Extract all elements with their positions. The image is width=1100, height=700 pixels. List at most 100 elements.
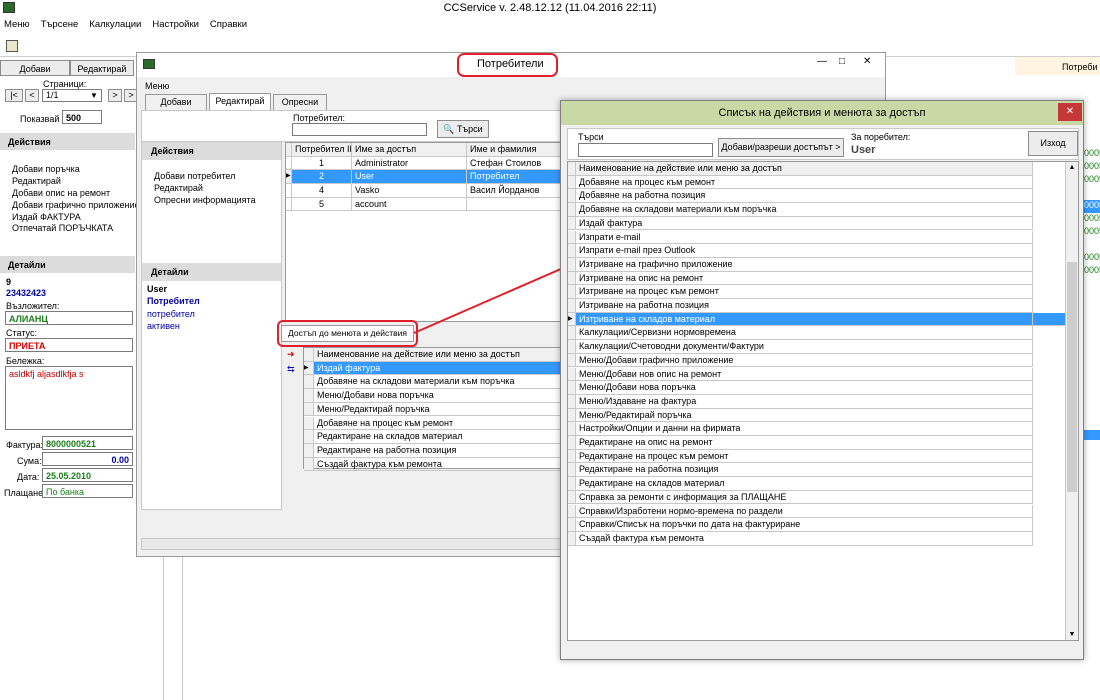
row-indicator: [568, 463, 576, 477]
list-item[interactable]: Справка за ремонти с информация за ПЛАЩА…: [568, 490, 1033, 505]
list-item[interactable]: Добавяне на процес към ремонт: [568, 175, 1033, 190]
access-dialog: Списък на действия и менюта за достъп ✕ …: [560, 100, 1084, 660]
list-item-label: Създай фактура към ремонта: [576, 531, 1033, 545]
list-item[interactable]: Калкулации/Счетоводни документи/Фактури: [568, 340, 1033, 354]
row-indicator: ▶: [568, 312, 576, 326]
list-item-label: Меню/Добави графично приложение: [576, 353, 1033, 367]
list-item[interactable]: Меню/Добави нова поръчка: [568, 381, 1033, 395]
list-item-label: Редактиране на опис на ремонт: [576, 436, 1033, 449]
row-indicator: [568, 504, 576, 518]
row-indicator: [568, 244, 576, 257]
list-item-label: Изтриване на складов материал: [576, 312, 1033, 326]
row-indicator: [568, 490, 576, 504]
row-indicator: [568, 367, 576, 381]
list-item-label: Изтриване на опис на ремонт: [576, 271, 1033, 285]
list-item[interactable]: Меню/Добави нов опис на ремонт: [568, 367, 1033, 382]
list-item[interactable]: Настройки/Опции и данни на фирмата: [568, 422, 1033, 436]
list-item-label: Справки/Изработени нормо-времена по разд…: [576, 504, 1033, 518]
dialog-list-header: Наименование на действие или меню за дос…: [568, 162, 1033, 176]
list-item-label: Изпрати e-mail: [576, 230, 1033, 244]
list-item[interactable]: Редактиране на процес към ремонт: [568, 449, 1033, 464]
list-item[interactable]: Издай фактура: [568, 216, 1033, 231]
row-indicator: [568, 230, 576, 244]
dialog-search-label: Търси: [578, 132, 604, 142]
list-item-label: Издай фактура: [576, 216, 1033, 230]
list-item-label: Добавяне на работна позиция: [576, 189, 1033, 203]
scroll-down-icon[interactable]: ▼: [1066, 631, 1078, 638]
list-item-label: Редактиране на процес към ремонт: [576, 449, 1033, 463]
row-indicator: [568, 422, 576, 435]
list-item[interactable]: Изтриване на опис на ремонт: [568, 271, 1033, 286]
list-item[interactable]: Меню/Издаване на фактура: [568, 394, 1033, 409]
dialog-header-gutter: [568, 162, 576, 175]
list-item[interactable]: Добавяне на работна позиция: [568, 189, 1033, 204]
list-item[interactable]: Изтриване на работна позиция: [568, 299, 1033, 313]
row-indicator: [568, 175, 576, 189]
allow-access-button[interactable]: Добави/разреши достъпът >: [718, 138, 844, 157]
row-indicator: [568, 353, 576, 367]
for-user-label: За поребител:: [851, 132, 911, 142]
list-item-label: Изтриване на процес към ремонт: [576, 285, 1033, 298]
list-item-label: Настройки/Опции и данни на фирмата: [576, 422, 1033, 435]
dialog-list: Наименование на действие или меню за дос…: [567, 161, 1079, 641]
row-indicator: [568, 189, 576, 203]
dialog-close-icon: ✕: [1065, 106, 1075, 117]
list-item-label: Справки/Списък на поръчки по дата на фак…: [576, 518, 1033, 531]
row-indicator: [568, 381, 576, 394]
row-indicator: [568, 436, 576, 449]
for-user-value: User: [851, 144, 876, 156]
row-indicator: [568, 285, 576, 298]
dialog-header-name[interactable]: Наименование на действие или меню за дос…: [576, 162, 1033, 175]
list-item-label: Редактиране на работна позиция: [576, 463, 1033, 477]
list-item[interactable]: Редактиране на складов материал: [568, 477, 1033, 491]
list-item-label: Калкулации/Сервизни нормовремена: [576, 326, 1033, 340]
list-item-label: Меню/Добави нов опис на ремонт: [576, 367, 1033, 381]
dialog-scrollbar[interactable]: ▲ ▼: [1065, 162, 1078, 640]
list-item[interactable]: Калкулации/Сервизни нормовремена: [568, 326, 1033, 341]
list-item[interactable]: Редактиране на опис на ремонт: [568, 436, 1033, 450]
list-item-label: Справка за ремонти с информация за ПЛАЩА…: [576, 490, 1033, 504]
list-item[interactable]: Изтриване на графично приложение: [568, 257, 1033, 272]
row-indicator: [568, 408, 576, 422]
row-indicator: [568, 394, 576, 408]
list-item[interactable]: Изпрати e-mail: [568, 230, 1033, 245]
row-indicator: [568, 271, 576, 285]
list-item-label: Изтриване на графично приложение: [576, 257, 1033, 271]
list-item-label: Меню/Издаване на фактура: [576, 394, 1033, 408]
list-item-label: Изтриване на работна позиция: [576, 299, 1033, 312]
scroll-thumb[interactable]: [1067, 262, 1077, 492]
row-indicator: [568, 531, 576, 545]
list-item-label: Меню/Редактирай поръчка: [576, 408, 1033, 422]
list-item-label: Меню/Добави нова поръчка: [576, 381, 1033, 394]
row-indicator: [568, 299, 576, 312]
dialog-search-input[interactable]: [578, 143, 713, 157]
list-item[interactable]: Справки/Изработени нормо-времена по разд…: [568, 504, 1033, 519]
list-item-label: Добавяне на процес към ремонт: [576, 175, 1033, 189]
list-item[interactable]: Добавяне на складови материали към поръч…: [568, 203, 1033, 217]
row-indicator: [568, 216, 576, 230]
row-indicator: [568, 257, 576, 271]
dialog-close-button[interactable]: ✕: [1058, 103, 1082, 121]
list-item[interactable]: Меню/Добави графично приложение: [568, 353, 1033, 368]
list-item[interactable]: Справки/Списък на поръчки по дата на фак…: [568, 518, 1033, 532]
row-indicator: [568, 340, 576, 353]
list-item[interactable]: Редактиране на работна позиция: [568, 463, 1033, 478]
list-item[interactable]: Изтриване на процес към ремонт: [568, 285, 1033, 299]
list-item-label: Изпрати e-mail през Outlook: [576, 244, 1033, 257]
list-item-label: Редактиране на складов материал: [576, 477, 1033, 490]
exit-button[interactable]: Изход: [1028, 131, 1078, 156]
list-item-label: Калкулации/Счетоводни документи/Фактури: [576, 340, 1033, 353]
row-indicator: [568, 203, 576, 216]
list-item[interactable]: ▶ Изтриване на складов материал: [568, 312, 1065, 327]
scroll-up-icon[interactable]: ▲: [1066, 164, 1078, 171]
list-item[interactable]: Меню/Редактирай поръчка: [568, 408, 1033, 423]
row-indicator: [568, 449, 576, 463]
annotation-connector: [413, 264, 571, 334]
row-indicator: [568, 326, 576, 340]
list-item-label: Добавяне на складови материали към поръч…: [576, 203, 1033, 216]
row-indicator: [568, 518, 576, 531]
access-dialog-title: Списък на действия и менюта за достъп: [718, 107, 926, 119]
row-indicator: [568, 477, 576, 490]
list-item[interactable]: Изпрати e-mail през Outlook: [568, 244, 1033, 258]
list-item[interactable]: Създай фактура към ремонта: [568, 531, 1033, 546]
